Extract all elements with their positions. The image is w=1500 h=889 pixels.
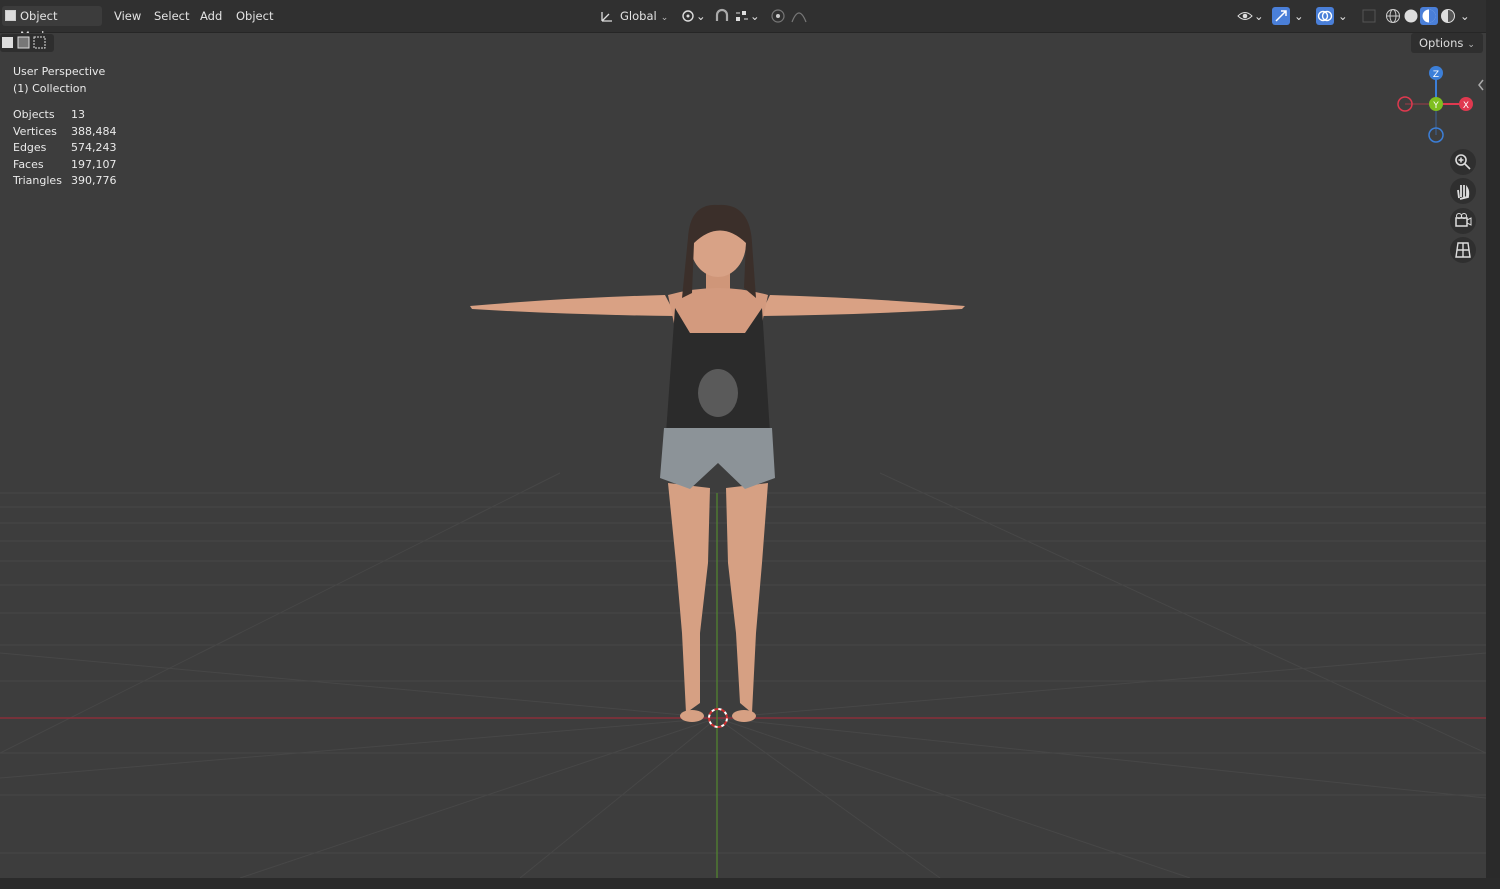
camera-view-button[interactable] (1450, 208, 1476, 234)
chevron-down-icon[interactable]: ⌄ (1292, 6, 1306, 26)
grid-ortho-icon (1455, 242, 1471, 258)
viewport-header: Object Mode⌄ View Select Add Object Glob… (0, 0, 1486, 43)
skull-print (698, 369, 738, 417)
stat-row: Triangles 390,776 (13, 174, 117, 191)
select-mode-toolbar (0, 34, 54, 52)
bottom-bar (0, 878, 1500, 889)
3d-viewport[interactable]: User Perspective (1) Collection Objects 1… (0, 33, 1486, 878)
chevron-left-icon[interactable] (1476, 78, 1486, 92)
stat-label: Objects (13, 108, 55, 121)
stat-value: 390,776 (71, 174, 117, 187)
stat-label: Faces (13, 157, 44, 171)
wireframe-shading-icon[interactable] (1384, 7, 1402, 25)
stat-value: 388,484 (71, 124, 117, 138)
options-label: Options (1419, 36, 1464, 50)
collection-name: (1) Collection (13, 82, 87, 95)
zoom-icon (1455, 154, 1471, 170)
orientation-axes-icon (601, 12, 612, 22)
snap-magnet-icon[interactable] (713, 7, 731, 25)
view-name: User Perspective (13, 65, 106, 78)
menu-select[interactable]: Select (148, 6, 195, 26)
falloff-curve-icon[interactable] (790, 7, 808, 25)
stat-label: Vertices (13, 124, 57, 138)
stat-label: Triangles (13, 174, 62, 187)
chevron-down-icon: ⌄ (1467, 40, 1475, 50)
navigation-gizmo[interactable]: Z X Y (1391, 62, 1481, 152)
side-panel-strip (1486, 0, 1500, 889)
stat-value: 574,243 (71, 141, 117, 154)
stat-value: 197,107 (71, 157, 117, 171)
chevron-down-icon[interactable]: ⌄ (1458, 6, 1472, 26)
rendered-shading-icon[interactable] (1439, 7, 1457, 25)
stat-row: Vertices 388,484 (13, 125, 117, 142)
pan-button[interactable] (1450, 178, 1476, 204)
character-model[interactable] (0, 33, 1486, 878)
chevron-down-icon: ⌄ (660, 13, 669, 23)
material-preview-icon[interactable] (1420, 7, 1438, 25)
menu-view[interactable]: View (108, 6, 147, 26)
stat-row: Edges 574,243 (13, 141, 117, 158)
y-label: Y (1432, 101, 1439, 111)
chevron-down-icon[interactable]: ⌄ (748, 6, 762, 26)
x-label: X (1463, 101, 1469, 111)
overlays-toggle-icon[interactable] (1316, 7, 1334, 25)
proportional-edit-icon[interactable] (769, 7, 787, 25)
select-box-icon[interactable] (0, 34, 54, 52)
zoom-button[interactable] (1450, 149, 1476, 175)
options-dropdown[interactable]: Options ⌄ (1411, 33, 1483, 53)
gizmo-toggle-icon[interactable] (1272, 7, 1290, 25)
stat-row: Objects 13 (13, 108, 117, 125)
mode-dropdown[interactable]: Object Mode⌄ (2, 6, 102, 43)
chevron-down-icon[interactable]: ⌄ (694, 6, 708, 26)
3d-cursor-icon (708, 708, 728, 728)
chevron-down-icon[interactable]: ⌄ (1336, 6, 1350, 26)
xray-toggle-icon[interactable] (1360, 7, 1378, 25)
pan-hand-icon (1457, 185, 1470, 200)
ortho-toggle-button[interactable] (1450, 237, 1476, 263)
stat-label: Edges (13, 141, 47, 154)
transform-orientation-dropdown[interactable]: Global ⌄ (596, 6, 674, 26)
menu-add[interactable]: Add (194, 6, 228, 26)
orientation-label: Global (620, 9, 657, 23)
chevron-down-icon[interactable]: ⌄ (1252, 6, 1266, 26)
menu-object[interactable]: Object (230, 6, 279, 26)
camera-icon (1455, 213, 1472, 227)
view-info: User Perspective (1) Collection (13, 63, 105, 97)
stat-value: 13 (71, 108, 85, 121)
solid-shading-icon[interactable] (1402, 7, 1420, 25)
scene-statistics: Objects 13 Vertices 388,484 Edges 574,243 F… (13, 108, 117, 191)
stat-row: Faces 197,107 (13, 158, 117, 175)
z-label: Z (1433, 70, 1439, 80)
object-mode-icon (5, 10, 16, 21)
